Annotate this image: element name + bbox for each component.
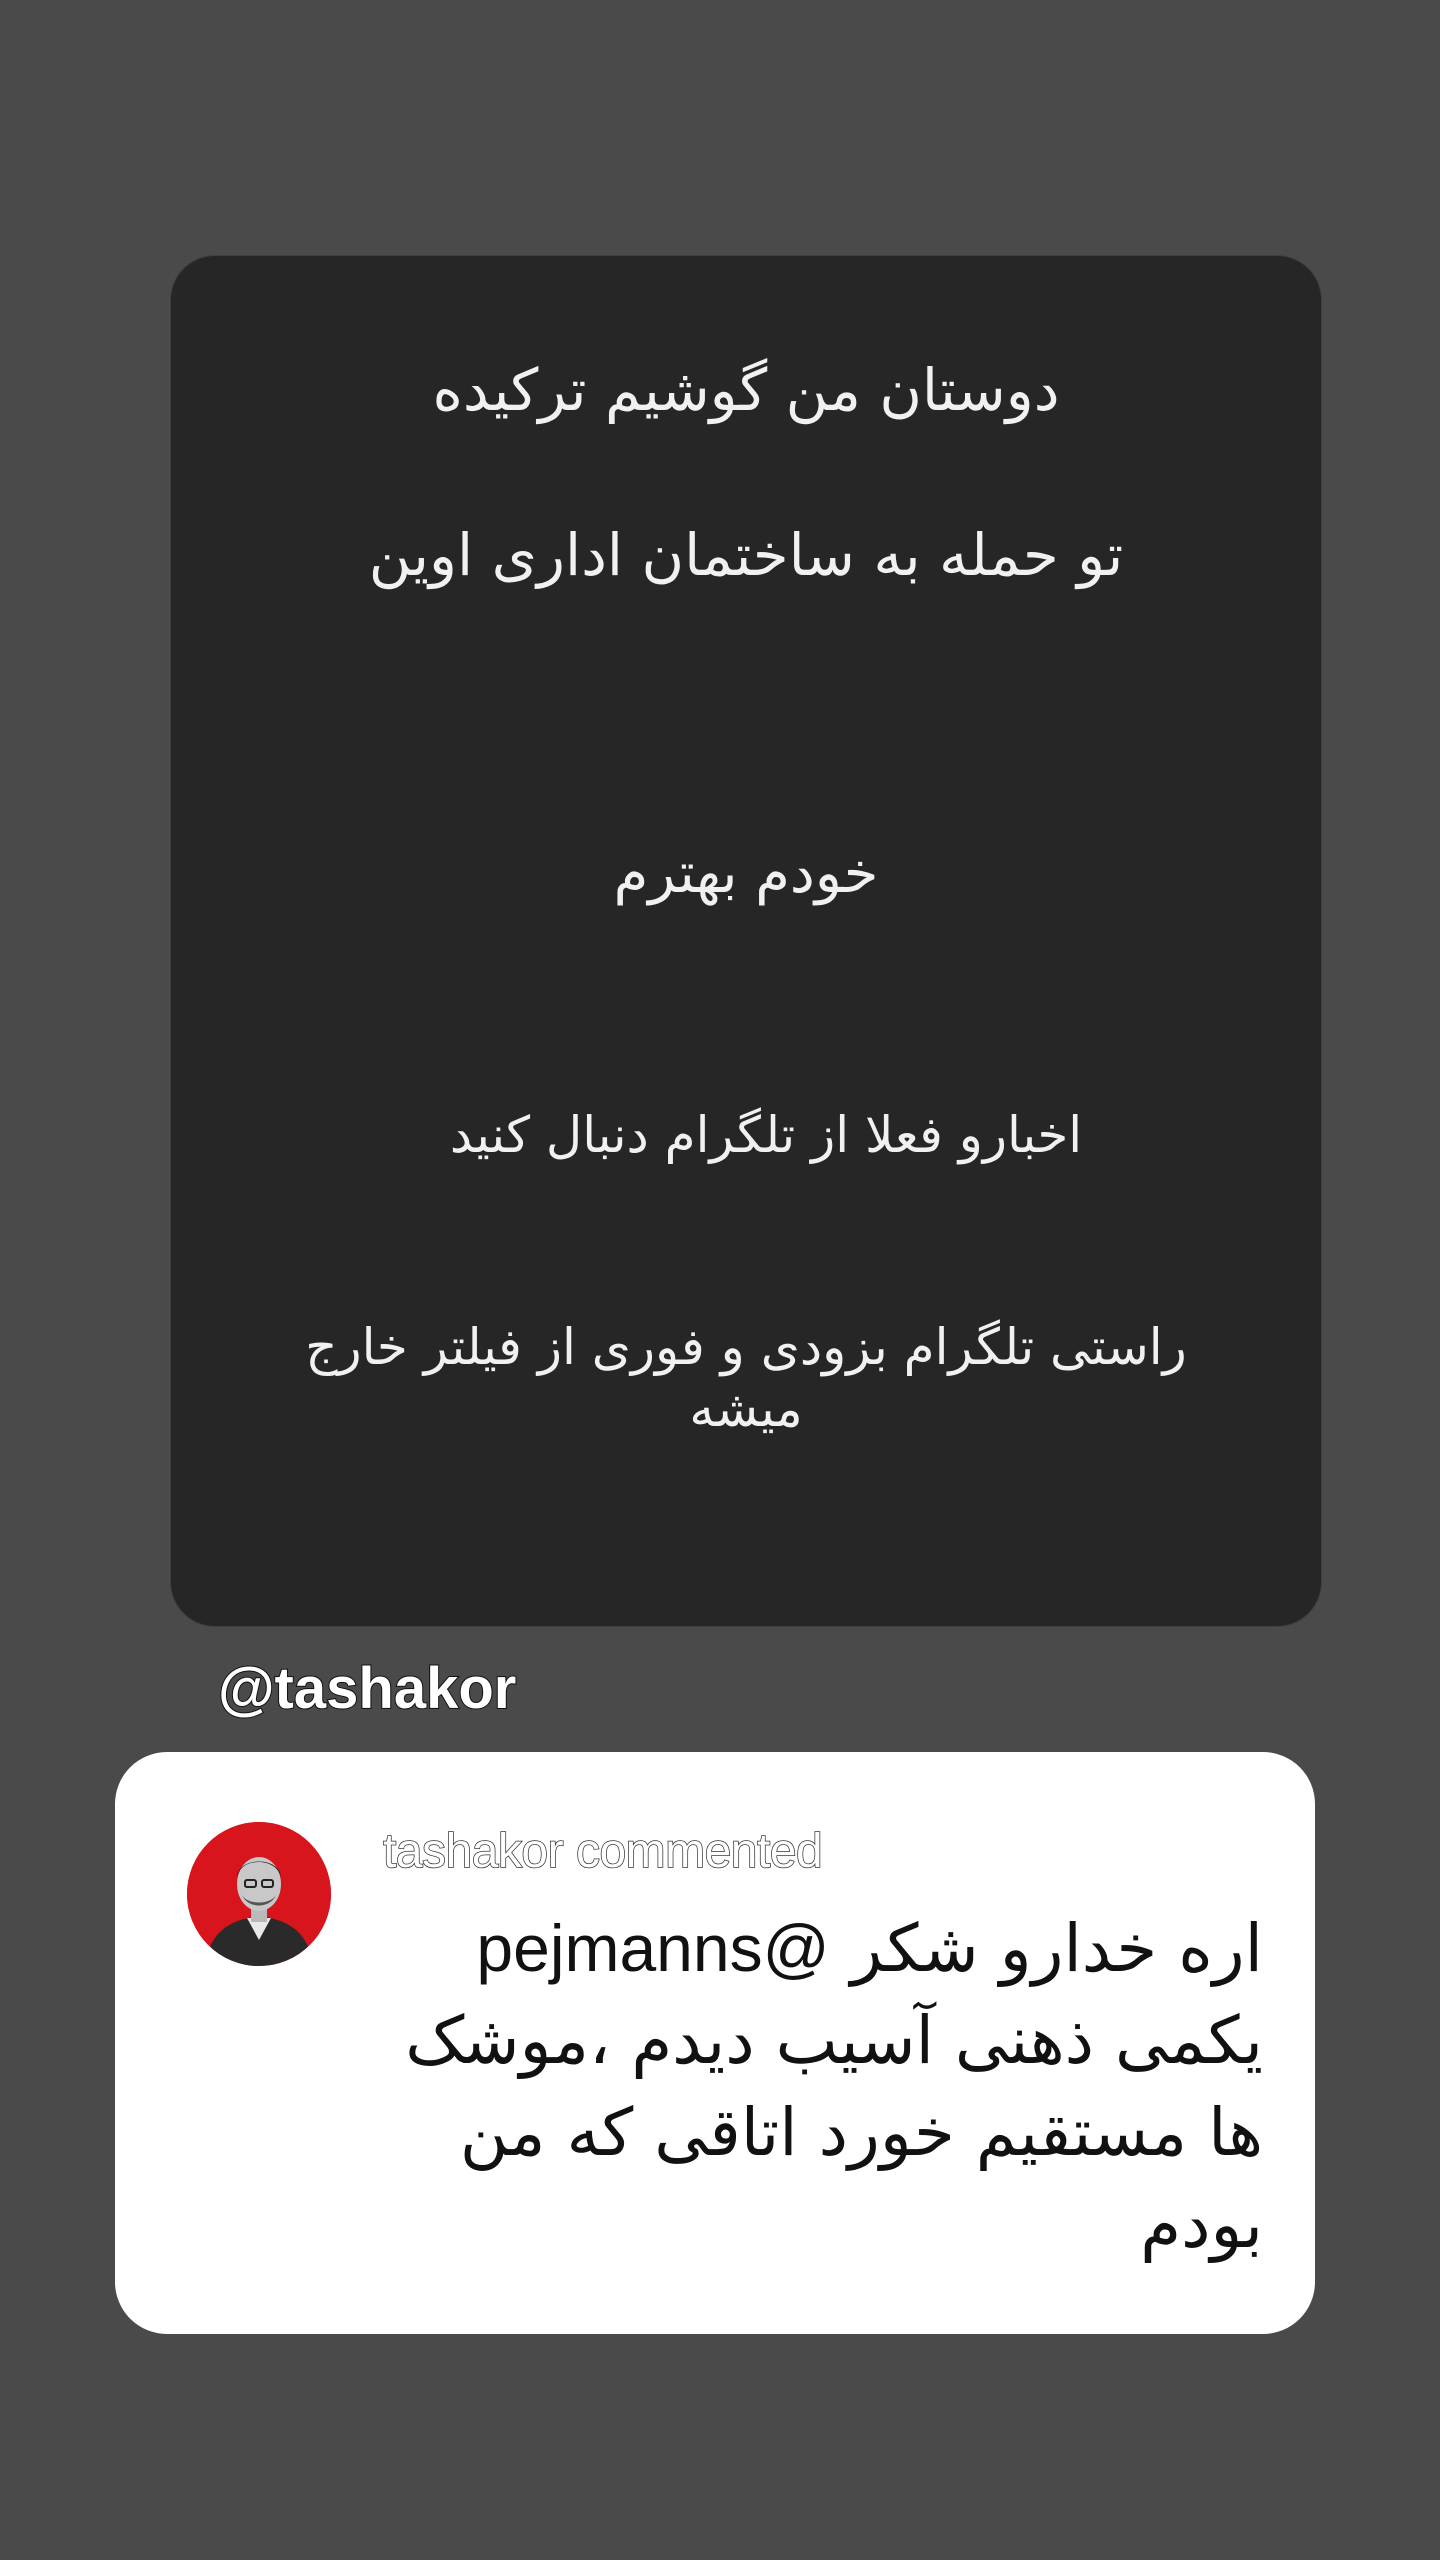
story-text-line-4: اخبارو فعلا از تلگرام دنبال کنید	[449, 1106, 1083, 1164]
avatar[interactable]	[187, 1822, 331, 1966]
comment-text-start: اره خدارو شکر	[850, 1910, 1263, 1987]
person-avatar-icon	[187, 1822, 331, 1966]
story-text-line-3: خودم بهترم	[613, 841, 879, 906]
comment-sticker[interactable]: tashakor commented اره خدارو شکر @pejman…	[115, 1752, 1315, 2334]
story-text-line-1: دوستان من گوشیم ترکیده	[432, 356, 1060, 424]
mention-sticker[interactable]: @tashakor	[217, 1655, 517, 1722]
story-card: دوستان من گوشیم ترکیده تو حمله به ساختما…	[171, 256, 1321, 1626]
story-text-line-5: راستی تلگرام بزودی و فوری از فیلتر خارج …	[305, 1318, 1187, 1438]
comment-handle[interactable]: @pejmanns	[476, 1911, 829, 1985]
comment-author-line: tashakor commented	[382, 1824, 823, 1879]
comment-text: اره خدارو شکر @pejmanns یکمی ذهنی آسیب د…	[383, 1902, 1263, 2271]
comment-text-rest: یکمی ذهنی آسیب دیدم ،موشک ها مستقیم خورد…	[405, 2002, 1263, 2263]
story-text-line-2: تو حمله به ساختمان اداری اوین	[368, 521, 1124, 589]
